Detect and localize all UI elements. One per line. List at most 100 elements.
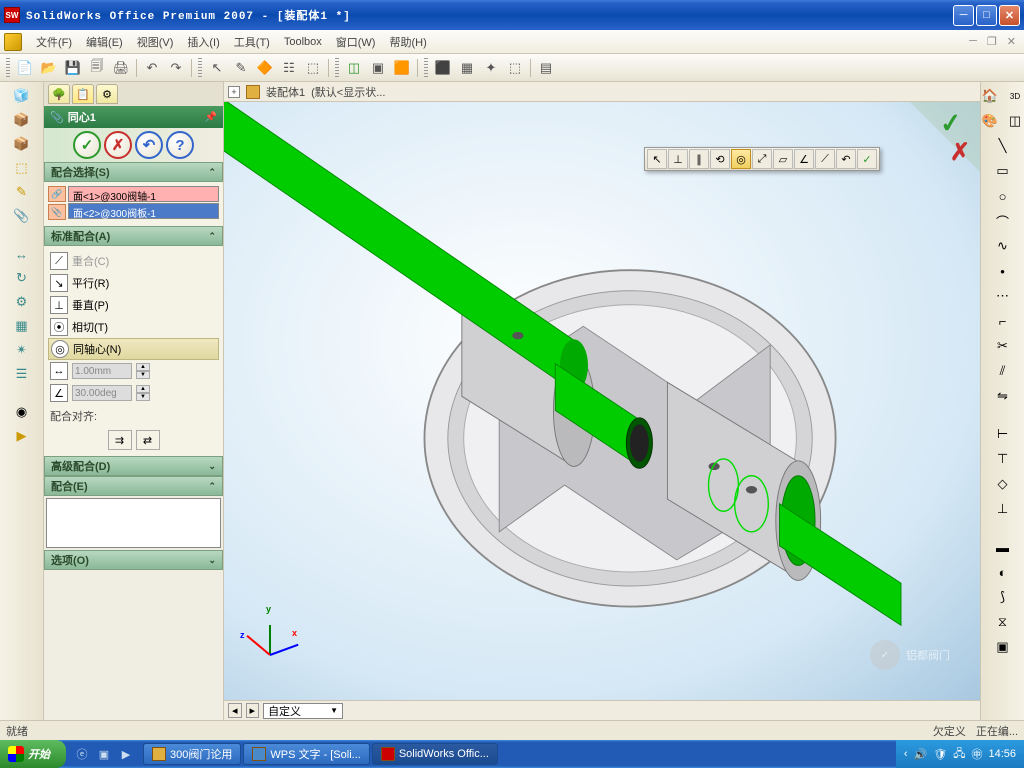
menu-toolbox[interactable]: Toolbox (278, 34, 328, 50)
centerline-icon[interactable]: ⋯ (991, 286, 1015, 306)
drawing-button[interactable]: ▤ (535, 57, 557, 79)
tray-arrow-icon[interactable]: ‹ (904, 748, 908, 760)
sheet-nav-right[interactable]: ▸ (246, 703, 260, 718)
appearance-panel-icon[interactable]: 🎨 (978, 111, 1002, 131)
menu-window[interactable]: 窗口(W) (330, 32, 382, 52)
menu-view[interactable]: 视图(V) (131, 32, 180, 52)
maximize-button[interactable]: □ (976, 5, 997, 26)
mates-list[interactable] (46, 498, 221, 548)
line-icon[interactable]: ╲ (991, 136, 1015, 156)
close-button[interactable]: ✕ (999, 5, 1020, 26)
loft-icon[interactable]: ⧖ (991, 612, 1015, 632)
entity-icon[interactable]: 🔗 (48, 186, 66, 202)
minimize-button[interactable]: ─ (953, 5, 974, 26)
distance-mate[interactable]: ↔ ▲▼ (48, 360, 219, 382)
orientation-triad[interactable]: y x z (244, 610, 294, 660)
perpendicular-mate[interactable]: ⊥ 垂直(P) (48, 294, 219, 316)
select-button[interactable]: ↖ (206, 57, 228, 79)
hide-tool-icon[interactable]: 📦 (10, 134, 34, 154)
ft-concentric-icon[interactable]: ◎ (731, 149, 751, 169)
pin-icon[interactable]: 📌 (205, 112, 217, 123)
zoom-dropdown[interactable]: 自定义▼ (263, 703, 343, 719)
spline-icon[interactable]: ∿ (991, 236, 1015, 256)
exploded-button[interactable]: ✦ (480, 57, 502, 79)
selection-section-header[interactable]: 配合选择(S)⌃ (44, 162, 223, 182)
undo-preview-button[interactable]: ↶ (135, 131, 163, 159)
smart-fastener-icon[interactable]: ⚙ (10, 292, 34, 312)
mdi-minimize[interactable]: ─ (965, 35, 981, 48)
motion-icon[interactable]: ▶ (10, 426, 34, 446)
menu-file[interactable]: 文件(F) (30, 32, 78, 52)
revolve-icon[interactable]: ◐ (991, 562, 1015, 582)
concentric-mate[interactable]: ◎ 同轴心(N) (48, 338, 219, 360)
fillet-icon[interactable]: ⌐ (991, 311, 1015, 331)
help-button[interactable]: ? (166, 131, 194, 159)
cancel-button[interactable]: ✗ (104, 131, 132, 159)
relation-icon[interactable]: ⊥ (991, 499, 1015, 519)
point-icon[interactable]: • (991, 261, 1015, 281)
anti-aligned-button[interactable]: ⇄ (136, 430, 160, 450)
selection-item-2[interactable]: 面<2>@300阀板-1 (68, 203, 219, 219)
rebuild-button[interactable]: 🔶 (254, 57, 276, 79)
feature-tree-tab[interactable]: 🌳 (48, 84, 70, 104)
tangent-mate[interactable]: ⦿ 相切(T) (48, 316, 219, 338)
aligned-button[interactable]: ⇉ (108, 430, 132, 450)
decal-icon[interactable]: ◫ (1003, 111, 1024, 131)
start-button[interactable]: 开始 (0, 740, 66, 768)
circle-icon[interactable]: ○ (991, 186, 1015, 206)
edit-component-icon[interactable]: ✎ (10, 182, 34, 202)
ql-desktop-icon[interactable]: ▣ (94, 744, 114, 764)
mate-button[interactable]: ▦ (456, 57, 478, 79)
dim-horiz-icon[interactable]: ⊢ (991, 424, 1015, 444)
tray-lang-icon[interactable]: ㊥ (971, 746, 982, 762)
config-tab[interactable]: ⚙ (96, 84, 118, 104)
ft-undo-icon[interactable]: ↶ (836, 149, 856, 169)
home-icon[interactable]: 🏠 (978, 86, 1002, 106)
open-button[interactable]: 📂 (38, 57, 60, 79)
standard-mates-header[interactable]: 标准配合(A)⌃ (44, 226, 223, 246)
ft-flip-icon[interactable]: ⟋ (815, 149, 835, 169)
exploded-view-icon[interactable]: ✴ (10, 340, 34, 360)
selection-item-1[interactable]: 面<1>@300阀轴-1 (68, 186, 219, 202)
3d-icon[interactable]: 3D (1003, 86, 1024, 106)
clock[interactable]: 14:56 (988, 748, 1016, 760)
menu-edit[interactable]: 编辑(E) (80, 32, 129, 52)
angle-mate[interactable]: ∠ ▲▼ (48, 382, 219, 404)
ft-angle-icon[interactable]: ∠ (794, 149, 814, 169)
options-button[interactable]: ☷ (278, 57, 300, 79)
menu-tools[interactable]: 工具(T) (228, 32, 276, 52)
transparency-icon[interactable]: ⬚ (10, 158, 34, 178)
coincident-mate[interactable]: ⟋ 重合(C) (48, 250, 219, 272)
ft-parallel-icon[interactable]: ∥ (689, 149, 709, 169)
tray-volume-icon[interactable]: 🔊 (914, 748, 928, 761)
mates-list-header[interactable]: 配合(E)⌃ (44, 476, 223, 496)
sketch-button[interactable]: ✎ (230, 57, 252, 79)
entity-icon-2[interactable]: 📎 (48, 204, 66, 220)
simulation-icon[interactable]: ◉ (10, 402, 34, 422)
mirror-icon[interactable]: ⇋ (991, 386, 1015, 406)
redo-button[interactable]: ↷ (165, 57, 187, 79)
ql-media-icon[interactable]: ▶ (116, 744, 136, 764)
print-button[interactable]: 🖨 (110, 57, 132, 79)
feature3-button[interactable]: 🟧 (391, 57, 413, 79)
dim-vert-icon[interactable]: ⊤ (991, 449, 1015, 469)
component-tool-icon[interactable]: 📦 (10, 110, 34, 130)
new-button[interactable]: 📄 (14, 57, 36, 79)
ft-perpendicular-icon[interactable]: ⊥ (668, 149, 688, 169)
feature2-button[interactable]: ▣ (367, 57, 389, 79)
mate-tool-icon[interactable]: 📎 (10, 206, 34, 226)
feature-button[interactable]: ◫ (343, 57, 365, 79)
component-button[interactable]: ⬚ (504, 57, 526, 79)
task-solidworks[interactable]: SolidWorks Offic... (372, 743, 498, 765)
offset-icon[interactable]: ⫽ (991, 361, 1015, 381)
ft-tangent-icon[interactable]: ⟲ (710, 149, 730, 169)
cut-icon[interactable]: ▣ (991, 637, 1015, 657)
ft-ok-icon[interactable]: ✓ (857, 149, 877, 169)
property-tab[interactable]: 📋 (72, 84, 94, 104)
advanced-mates-header[interactable]: 高级配合(D)⌄ (44, 456, 223, 476)
collapse-tree-icon[interactable]: + (228, 86, 240, 98)
rotate-component-icon[interactable]: ↻ (10, 268, 34, 288)
task-wps[interactable]: WPS 文字 - [Soli... (243, 743, 369, 765)
tray-network-icon[interactable]: 🖧 (953, 745, 965, 764)
menu-insert[interactable]: 插入(I) (181, 32, 225, 52)
